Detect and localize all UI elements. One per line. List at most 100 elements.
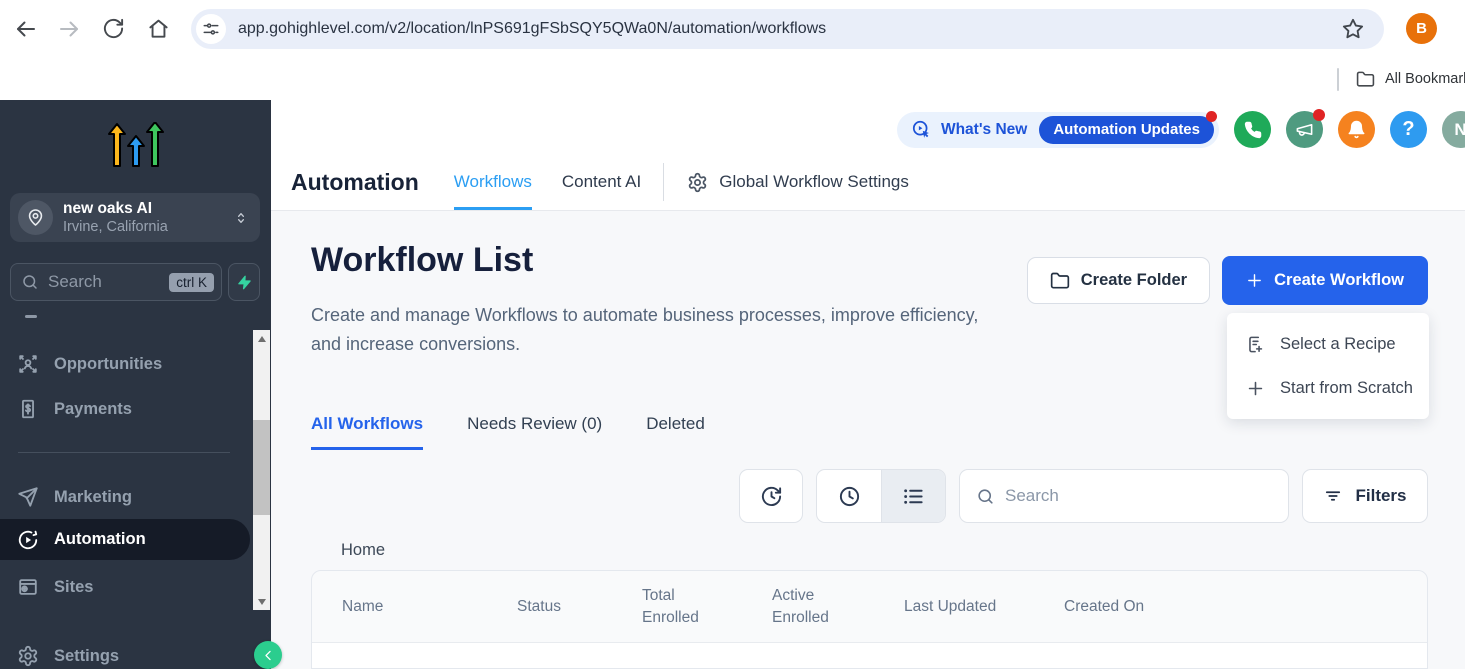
automation-updates-label: Automation Updates <box>1053 121 1200 138</box>
sidebar-search-input[interactable] <box>48 272 156 292</box>
list-toolbar: Filters <box>739 469 1428 523</box>
sidebar-search[interactable]: ctrl K <box>10 263 222 301</box>
back-icon[interactable] <box>13 16 39 42</box>
main-area: What's New Automation Updates <box>271 100 1465 669</box>
table-header-row: Name Status Total Enrolled Active Enroll… <box>312 571 1427 643</box>
whats-new-video-icon <box>911 119 932 140</box>
url-bar[interactable]: app.gohighlevel.com/v2/location/lnPS691g… <box>191 9 1384 49</box>
workflow-list-title: Workflow List <box>311 241 533 280</box>
all-bookmarks-label[interactable]: All Bookmarks <box>1385 71 1465 87</box>
workflow-tabs: All Workflows Needs Review (0) Deleted <box>311 414 705 450</box>
folder-icon <box>1050 271 1070 291</box>
sidebar-item-opportunities[interactable]: Opportunities <box>0 345 250 383</box>
column-header-total-enrolled[interactable]: Total Enrolled <box>642 571 714 642</box>
workflow-search[interactable] <box>959 469 1289 523</box>
view-toggle <box>816 469 946 523</box>
account-switcher[interactable]: new oaks AI Irvine, California <box>10 193 260 242</box>
marketing-icon <box>17 486 39 508</box>
sidebar-item-payments[interactable]: Payments <box>0 390 250 428</box>
gohighlevel-logo-icon <box>108 122 164 168</box>
filters-label: Filters <box>1355 486 1406 506</box>
column-header-active-enrolled[interactable]: Active Enrolled <box>772 571 844 642</box>
recent-activity-view-button[interactable] <box>817 470 881 522</box>
quick-actions-button[interactable] <box>228 263 260 301</box>
breadcrumb-home[interactable]: Home <box>341 541 385 560</box>
question-mark-icon: ? <box>1402 118 1414 141</box>
tab-all-workflows[interactable]: All Workflows <box>311 414 423 450</box>
tab-needs-review[interactable]: Needs Review (0) <box>467 414 602 450</box>
sites-icon <box>17 576 39 598</box>
account-location: Irvine, California <box>63 218 168 236</box>
list-view-button[interactable] <box>881 470 945 522</box>
column-header-status[interactable]: Status <box>517 571 561 642</box>
column-header-name[interactable]: Name <box>342 571 383 642</box>
column-header-created-on[interactable]: Created On <box>1064 571 1144 642</box>
enrollment-history-button[interactable] <box>739 469 803 523</box>
page-title: Automation <box>291 169 419 196</box>
notifications-bell-button[interactable] <box>1338 111 1375 148</box>
sidebar-item-label: Marketing <box>54 488 132 507</box>
user-avatar[interactable]: N <box>1442 111 1465 148</box>
scrollbar-up-arrow[interactable] <box>253 330 270 347</box>
browser-profile-avatar[interactable]: B <box>1406 13 1437 44</box>
forward-icon[interactable] <box>56 16 82 42</box>
plus-icon <box>1246 272 1263 289</box>
workflow-search-input[interactable] <box>1005 486 1288 506</box>
automation-icon <box>17 529 39 551</box>
tab-content-ai[interactable]: Content AI <box>562 154 641 210</box>
reload-icon[interactable] <box>100 16 126 42</box>
global-workflow-settings-link[interactable]: Global Workflow Settings <box>687 172 909 193</box>
plus-icon <box>1246 379 1265 398</box>
scrollbar-down-arrow[interactable] <box>253 593 270 610</box>
sidebar-item-settings[interactable]: Settings <box>0 637 250 669</box>
workflow-table: Name Status Total Enrolled Active Enroll… <box>311 570 1428 669</box>
recipe-icon <box>1246 335 1265 354</box>
phone-button[interactable] <box>1234 111 1271 148</box>
create-workflow-button[interactable]: Create Workflow <box>1222 256 1428 305</box>
account-name: new oaks AI <box>63 199 168 218</box>
menu-item-select-recipe[interactable]: Select a Recipe <box>1227 322 1429 366</box>
screen: app.gohighlevel.com/v2/location/lnPS691g… <box>0 0 1465 669</box>
bookmarks-bar: All Bookmarks <box>0 57 1465 100</box>
page-header: What's New Automation Updates <box>271 100 1465 211</box>
sidebar-item-sites[interactable]: Sites <box>0 568 250 606</box>
scrolled-nav-item-fragment <box>25 315 37 318</box>
sidebar-item-label: Payments <box>54 400 132 419</box>
bookmark-star-icon[interactable] <box>1342 18 1364 40</box>
tab-workflows[interactable]: Workflows <box>454 154 532 210</box>
gear-icon <box>687 172 708 193</box>
create-workflow-label: Create Workflow <box>1274 271 1404 290</box>
sidebar: new oaks AI Irvine, California ctrl K <box>0 100 271 669</box>
search-shortcut-badge: ctrl K <box>169 273 214 292</box>
whats-new-pill[interactable]: What's New Automation Updates <box>897 112 1219 148</box>
url-text: app.gohighlevel.com/v2/location/lnPS691g… <box>238 20 826 38</box>
sidebar-item-marketing[interactable]: Marketing <box>0 478 250 516</box>
payments-icon <box>17 398 39 420</box>
create-folder-button[interactable]: Create Folder <box>1027 257 1210 304</box>
sidebar-item-automation[interactable]: Automation <box>0 519 250 560</box>
clock-icon <box>838 485 861 508</box>
help-button[interactable]: ? <box>1390 111 1427 148</box>
menu-item-start-from-scratch[interactable]: Start from Scratch <box>1227 366 1429 410</box>
list-icon <box>902 485 925 508</box>
create-workflow-menu: Select a Recipe Start from Scratch <box>1227 313 1429 419</box>
bookmarks-folder-icon <box>1356 70 1375 89</box>
app-frame: new oaks AI Irvine, California ctrl K <box>0 100 1465 669</box>
chevrons-up-down-icon[interactable] <box>233 210 249 226</box>
home-icon[interactable] <box>145 16 171 42</box>
filter-icon <box>1323 486 1343 506</box>
sidebar-scrollbar[interactable] <box>253 330 270 610</box>
scrollbar-thumb[interactable] <box>253 420 270 515</box>
site-info-icon[interactable] <box>196 14 226 44</box>
sidebar-item-label: Sites <box>54 578 93 597</box>
bookmarks-divider <box>1337 68 1339 91</box>
notification-dot <box>1206 111 1217 122</box>
tab-deleted[interactable]: Deleted <box>646 414 705 450</box>
announcements-button[interactable] <box>1286 111 1323 148</box>
column-header-last-updated[interactable]: Last Updated <box>904 571 996 642</box>
notification-dot <box>1313 109 1325 121</box>
automation-updates-badge[interactable]: Automation Updates <box>1039 116 1214 144</box>
sidebar-collapse-button[interactable] <box>254 641 282 669</box>
sidebar-item-label: Opportunities <box>54 355 162 374</box>
filters-button[interactable]: Filters <box>1302 469 1428 523</box>
